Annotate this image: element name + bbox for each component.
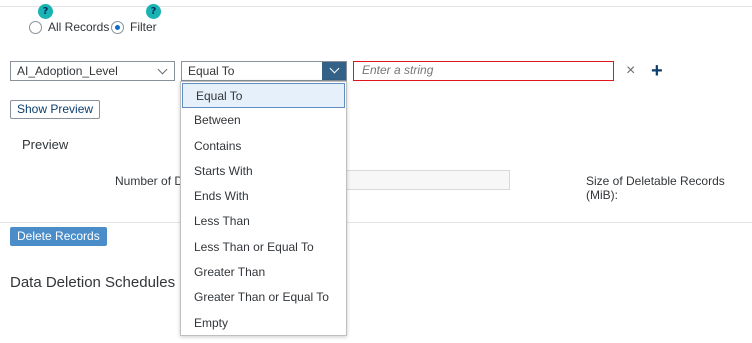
number-of-deletable-field	[345, 170, 510, 190]
add-condition-icon[interactable]: +	[651, 61, 663, 81]
field-select-value: AI_Adoption_Level	[17, 64, 118, 78]
operator-option-less-than-or-equal-to[interactable]: Less Than or Equal To	[181, 235, 346, 260]
help-icon-filter[interactable]: ?	[146, 4, 161, 19]
operator-option-starts-with[interactable]: Starts With	[181, 159, 346, 184]
operator-option-greater-than-or-equal-to[interactable]: Greater Than or Equal To	[181, 285, 346, 310]
radio-filter-label[interactable]: Filter	[130, 20, 157, 34]
radio-filter[interactable]	[111, 21, 124, 34]
clear-icon[interactable]: ×	[626, 63, 635, 79]
radio-all-records[interactable]	[29, 21, 42, 34]
section-divider	[0, 222, 752, 223]
operator-option-empty[interactable]: Empty	[181, 311, 346, 336]
top-divider	[0, 6, 752, 7]
field-select[interactable]: AI_Adoption_Level	[10, 61, 175, 81]
operator-option-less-than[interactable]: Less Than	[181, 209, 346, 234]
show-preview-button[interactable]: Show Preview	[10, 100, 101, 119]
value-input-placeholder: Enter a string	[362, 63, 434, 77]
operator-select[interactable]: Equal To	[181, 61, 347, 81]
operator-option-ends-with[interactable]: Ends With	[181, 184, 346, 209]
chevron-down-icon	[329, 63, 340, 74]
radio-all-records-label[interactable]: All Records	[48, 20, 109, 34]
operator-select-value: Equal To	[188, 64, 235, 78]
help-icon-all-records[interactable]: ?	[38, 4, 53, 19]
number-of-deletable-label: Number of De	[115, 174, 190, 188]
schedules-title: Data Deletion Schedules (0	[10, 274, 193, 291]
size-of-deletable-label: Size of Deletable Records (MiB):	[586, 174, 725, 202]
operator-option-equal-to[interactable]: Equal To	[182, 83, 345, 109]
delete-records-button[interactable]: Delete Records	[10, 227, 107, 246]
operator-dropdown-button[interactable]	[322, 62, 346, 80]
preview-title: Preview	[22, 137, 69, 152]
operator-dropdown-list: Equal To Between Contains Starts With En…	[180, 81, 347, 336]
operator-option-between[interactable]: Between	[181, 108, 346, 133]
chevron-down-icon	[157, 64, 168, 75]
value-input[interactable]: Enter a string	[353, 61, 614, 81]
operator-option-greater-than[interactable]: Greater Than	[181, 260, 346, 285]
operator-option-contains[interactable]: Contains	[181, 134, 346, 159]
